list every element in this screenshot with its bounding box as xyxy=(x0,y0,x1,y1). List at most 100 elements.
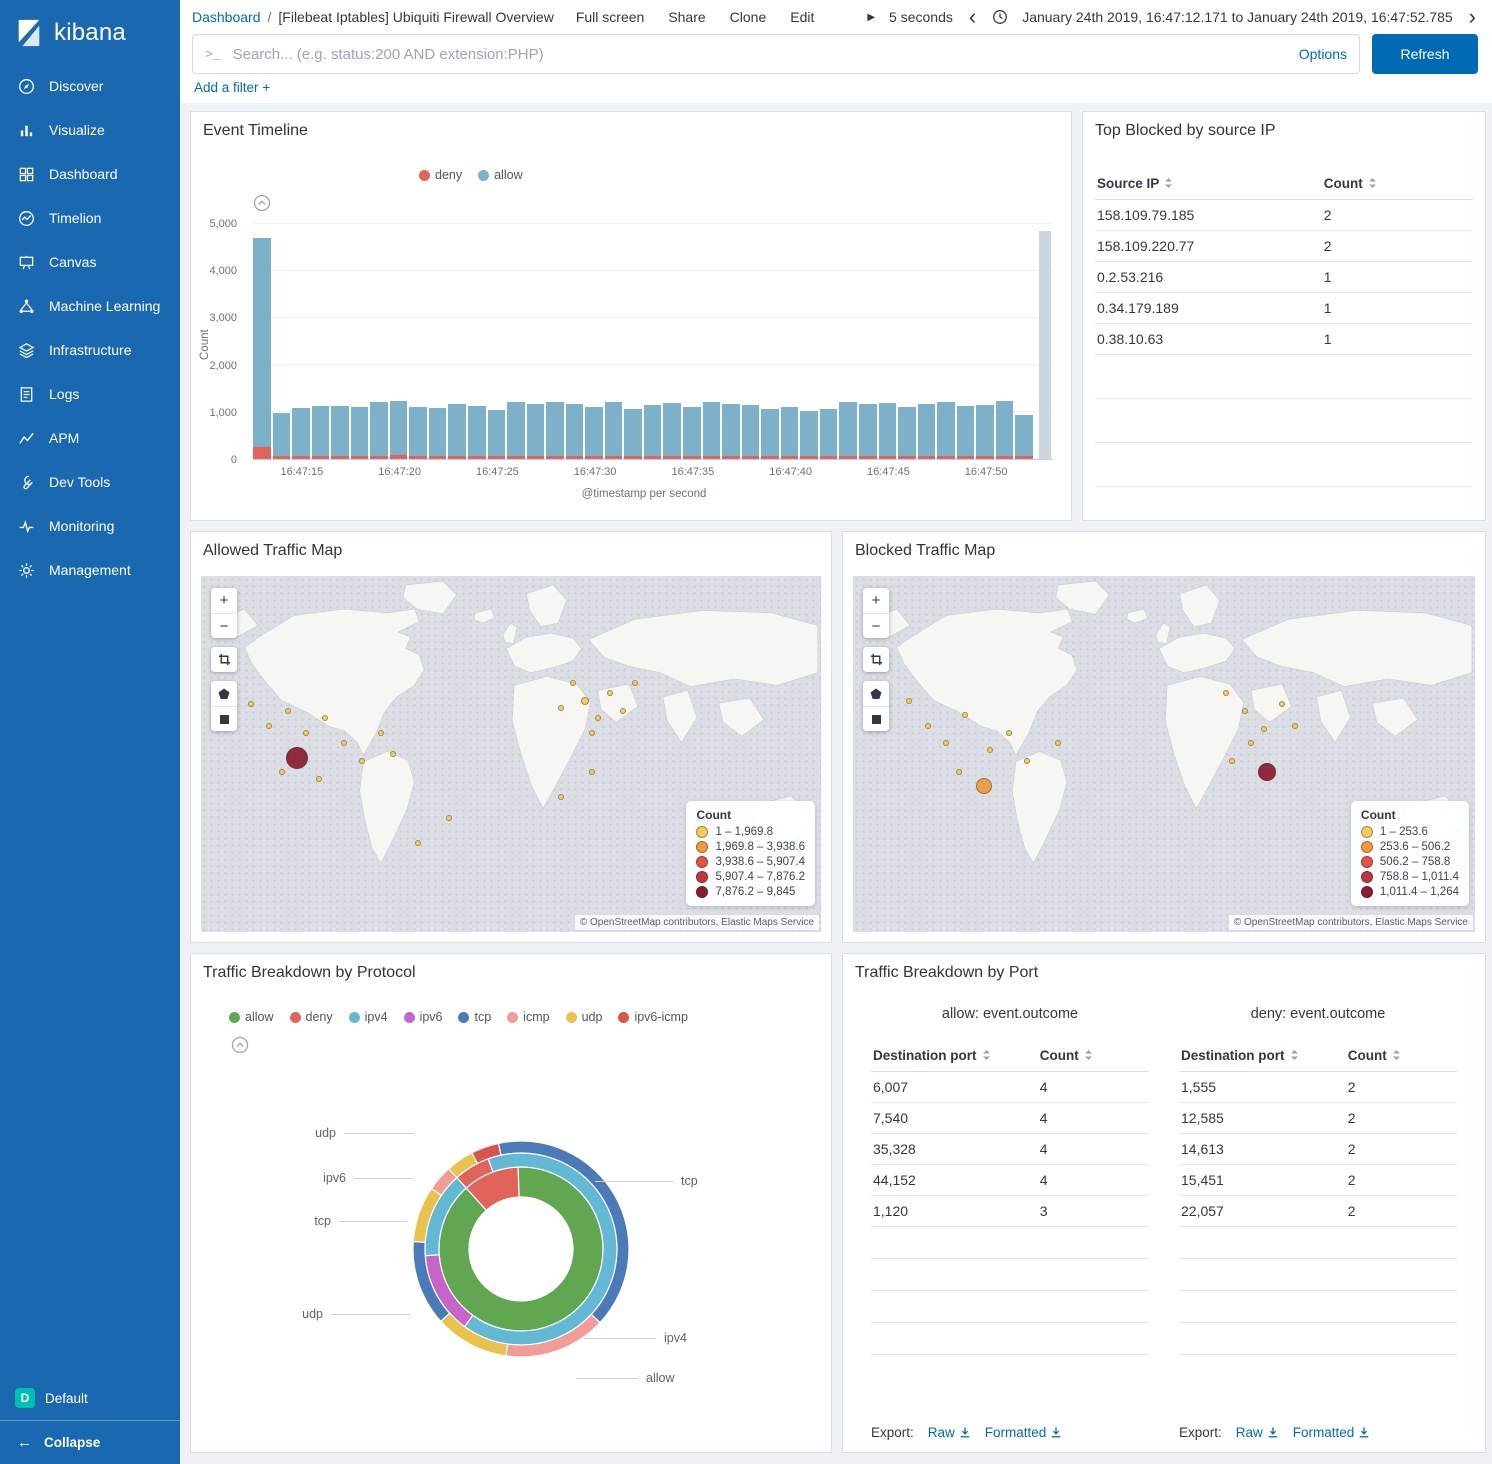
map-point[interactable] xyxy=(1229,758,1235,764)
timeline-bar[interactable] xyxy=(781,224,799,459)
legend-item-allow[interactable]: allow xyxy=(478,168,523,182)
map-point[interactable] xyxy=(987,747,993,753)
table-row[interactable]: 0.2.53.2161 xyxy=(1095,262,1473,293)
map-point[interactable] xyxy=(415,840,421,846)
map-point[interactable] xyxy=(943,740,949,746)
timeline-bar[interactable] xyxy=(663,224,681,459)
clone-button[interactable]: Clone xyxy=(730,9,767,25)
table-row[interactable]: 1,5552 xyxy=(1179,1072,1457,1103)
column-header-destination-port[interactable]: Destination port xyxy=(1179,1040,1346,1072)
sidebar-item-apm[interactable]: APM xyxy=(0,416,180,460)
map-point[interactable] xyxy=(359,758,365,764)
timeline-bar[interactable] xyxy=(253,224,271,459)
timeline-plot[interactable] xyxy=(253,224,1053,460)
timeline-bar[interactable] xyxy=(585,224,603,459)
column-header-count[interactable]: Count xyxy=(1346,1040,1457,1072)
map-point[interactable] xyxy=(341,740,347,746)
timeline-bar[interactable] xyxy=(644,224,662,459)
time-back-button[interactable]: ‹ xyxy=(967,6,978,28)
timeline-bar[interactable] xyxy=(859,224,877,459)
timeline-bar[interactable] xyxy=(1015,224,1033,459)
allowed-traffic-map[interactable]: +−Count1 – 1,969.81,969.8 – 3,938.63,938… xyxy=(201,576,821,932)
map-point[interactable] xyxy=(570,680,576,686)
timeline-bar[interactable] xyxy=(820,224,838,459)
table-row[interactable]: 15,4512 xyxy=(1179,1165,1457,1196)
timeline-bar[interactable] xyxy=(879,224,897,459)
timeline-bar[interactable] xyxy=(957,224,975,459)
timeline-bar[interactable] xyxy=(331,224,349,459)
blocked-traffic-map[interactable]: +−Count1 – 253.6253.6 – 506.2506.2 – 758… xyxy=(853,576,1475,932)
table-row[interactable]: 158.109.79.1852 xyxy=(1095,200,1473,231)
export-raw-link[interactable]: Raw xyxy=(928,1425,971,1440)
table-row[interactable]: 35,3284 xyxy=(871,1134,1149,1165)
timeline-bar[interactable] xyxy=(527,224,545,459)
map-point[interactable] xyxy=(1242,708,1248,714)
map-point[interactable] xyxy=(589,769,595,775)
map-point[interactable] xyxy=(1248,740,1254,746)
map-point[interactable] xyxy=(285,708,291,714)
map-point[interactable] xyxy=(558,794,564,800)
table-row[interactable]: 1,1203 xyxy=(871,1196,1149,1227)
zoom-out-button[interactable]: − xyxy=(863,613,889,638)
timeline-bar[interactable] xyxy=(312,224,330,459)
table-row[interactable]: 7,5404 xyxy=(871,1103,1149,1134)
sidebar-item-monitoring[interactable]: Monitoring xyxy=(0,504,180,548)
zoom-out-button[interactable]: − xyxy=(211,613,237,638)
timeline-bar[interactable] xyxy=(429,224,447,459)
map-point[interactable] xyxy=(906,698,912,704)
timeline-bar[interactable] xyxy=(624,224,642,459)
sidebar-item-visualize[interactable]: Visualize xyxy=(0,108,180,152)
export-formatted-link[interactable]: Formatted xyxy=(985,1425,1063,1440)
timeline-bar[interactable] xyxy=(976,224,994,459)
timeline-bar[interactable] xyxy=(703,224,721,459)
sidebar-item-machine-learning[interactable]: Machine Learning xyxy=(0,284,180,328)
share-button[interactable]: Share xyxy=(668,9,705,25)
play-icon[interactable]: ▶ xyxy=(867,12,875,23)
column-header-count[interactable]: Count xyxy=(1322,168,1473,200)
zoom-in-button[interactable]: + xyxy=(211,588,237,613)
timeline-bar[interactable] xyxy=(566,224,584,459)
sidebar-item-dashboard[interactable]: Dashboard xyxy=(0,152,180,196)
timeline-bar[interactable] xyxy=(722,224,740,459)
map-point[interactable] xyxy=(620,708,626,714)
timeline-bar[interactable] xyxy=(898,224,916,459)
map-point[interactable] xyxy=(316,776,322,782)
map-point[interactable] xyxy=(446,815,452,821)
timeline-bar[interactable] xyxy=(292,224,310,459)
legend-collapse-icon[interactable] xyxy=(231,1036,249,1059)
fit-data-bounds-button[interactable] xyxy=(863,647,889,672)
refresh-interval-button[interactable]: 5 seconds xyxy=(889,9,953,25)
draw-rectangle-button[interactable] xyxy=(863,706,889,731)
protocol-sunburst-chart[interactable] xyxy=(406,1134,636,1364)
table-row[interactable]: 22,0572 xyxy=(1179,1196,1457,1227)
map-point[interactable] xyxy=(286,747,308,769)
legend-collapse-icon[interactable] xyxy=(253,194,271,217)
timeline-bar[interactable] xyxy=(742,224,760,459)
timeline-bar[interactable] xyxy=(390,224,408,459)
export-raw-link[interactable]: Raw xyxy=(1236,1425,1279,1440)
full-screen-button[interactable]: Full screen xyxy=(576,9,644,25)
timeline-bar[interactable] xyxy=(996,224,1014,459)
timeline-bar[interactable] xyxy=(605,224,623,459)
legend-item-udp[interactable]: udp xyxy=(566,1010,603,1024)
table-row[interactable]: 44,1524 xyxy=(871,1165,1149,1196)
time-forward-button[interactable]: › xyxy=(1467,6,1478,28)
time-range[interactable]: January 24th 2019, 16:47:12.171 to Janua… xyxy=(1022,9,1452,25)
map-point[interactable] xyxy=(956,769,962,775)
timeline-bar[interactable] xyxy=(546,224,564,459)
timeline-bar[interactable] xyxy=(409,224,427,459)
timeline-bar[interactable] xyxy=(800,224,818,459)
map-point[interactable] xyxy=(1006,730,1012,736)
timeline-bar[interactable] xyxy=(448,224,466,459)
kibana-logo[interactable]: kibana xyxy=(0,0,180,64)
map-point[interactable] xyxy=(303,730,309,736)
map-point[interactable] xyxy=(962,712,968,718)
column-header-count[interactable]: Count xyxy=(1038,1040,1149,1072)
refresh-button[interactable]: Refresh xyxy=(1372,34,1478,74)
timeline-bar[interactable] xyxy=(468,224,486,459)
draw-polygon-button[interactable] xyxy=(863,681,889,706)
map-point[interactable] xyxy=(1223,690,1229,696)
zoom-in-button[interactable]: + xyxy=(863,588,889,613)
table-row[interactable]: 12,5852 xyxy=(1179,1103,1457,1134)
table-row[interactable]: 158.109.220.772 xyxy=(1095,231,1473,262)
